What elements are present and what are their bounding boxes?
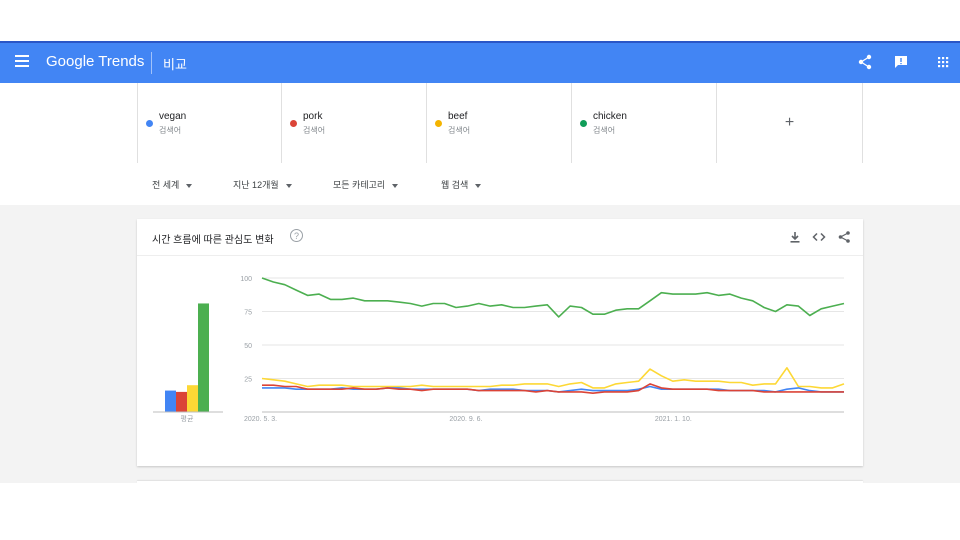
- term-type: 검색어: [448, 126, 471, 135]
- top-app-bar: Google Trends 비교: [0, 41, 960, 83]
- feedback-icon[interactable]: [892, 53, 910, 71]
- term-name: vegan: [159, 111, 187, 122]
- average-bar-beef: [187, 385, 198, 412]
- chevron-down-icon: [285, 183, 292, 188]
- y-tick-label: 50: [244, 343, 252, 350]
- filter-bar: 전 세계 지난 12개월 모든 카테고리 웹 검색: [0, 163, 960, 206]
- google-trends-logo[interactable]: Google Trends: [46, 53, 144, 70]
- average-bar-pork: [176, 391, 187, 412]
- chevron-down-icon: [186, 183, 193, 188]
- next-card-edge: [137, 481, 863, 484]
- chevron-down-icon: [392, 183, 399, 188]
- average-bar-vegan: [165, 390, 176, 412]
- region-filter-label: 전 세계: [152, 180, 180, 190]
- y-tick-label: 100: [240, 276, 252, 283]
- term-type: 검색어: [159, 126, 182, 135]
- average-bar-chicken: [198, 303, 209, 412]
- y-tick-label: 75: [244, 310, 252, 317]
- embed-icon[interactable]: [812, 230, 826, 244]
- term-name: pork: [303, 111, 323, 122]
- menu-icon[interactable]: [15, 55, 29, 69]
- term-card-vegan[interactable]: vegan 검색어: [137, 83, 282, 163]
- series-line-beef: [261, 367, 845, 389]
- term-card-chicken[interactable]: chicken 검색어: [572, 83, 717, 163]
- add-term-button[interactable]: +: [717, 83, 863, 163]
- search-type-filter[interactable]: 웹 검색: [441, 178, 482, 191]
- help-icon[interactable]: ?: [290, 229, 303, 242]
- download-icon[interactable]: [788, 230, 802, 244]
- card-header: 시간 흐름에 따른 관심도 변화 ?: [137, 219, 863, 256]
- term-name: chicken: [593, 111, 627, 122]
- category-filter[interactable]: 모든 카테고리: [333, 178, 399, 191]
- share-icon[interactable]: [837, 230, 851, 244]
- term-type: 검색어: [593, 126, 616, 135]
- term-type: 검색어: [303, 126, 326, 135]
- category-filter-label: 모든 카테고리: [333, 180, 386, 190]
- region-filter[interactable]: 전 세계: [152, 178, 193, 191]
- color-dot: [146, 120, 153, 127]
- color-dot: [580, 120, 587, 127]
- search-type-filter-label: 웹 검색: [441, 180, 469, 190]
- color-dot: [435, 120, 442, 127]
- card-title: 시간 흐름에 따른 관심도 변화: [152, 235, 274, 246]
- compare-terms-bar: vegan 검색어 pork 검색어 beef 검색어 chicken 검색어 …: [0, 83, 960, 164]
- term-card-beef[interactable]: beef 검색어: [427, 83, 572, 163]
- x-tick-label: 2020. 5. 3.: [244, 416, 277, 423]
- interest-chart: 100 75 50 25 2020. 5. 3. 2020. 9. 6. 2021. 1. …: [153, 276, 845, 423]
- divider: [151, 52, 152, 74]
- term-name: beef: [448, 111, 468, 122]
- chevron-down-icon: [475, 183, 482, 188]
- apps-icon[interactable]: [934, 53, 952, 71]
- interest-over-time-card: 시간 흐름에 따른 관심도 변화 ? 100 75 50 25 2020. 5. 3. 2…: [137, 219, 863, 466]
- period-filter-label: 지난 12개월: [233, 180, 279, 190]
- share-icon[interactable]: [856, 53, 874, 71]
- average-label: 평균: [181, 414, 194, 423]
- x-tick-label: 2021. 1. 10.: [655, 416, 692, 423]
- y-tick-label: 25: [244, 377, 252, 384]
- color-dot: [290, 120, 297, 127]
- term-card-pork[interactable]: pork 검색어: [282, 83, 427, 163]
- x-tick-label: 2020. 9. 6.: [449, 416, 482, 423]
- period-filter[interactable]: 지난 12개월: [233, 178, 292, 191]
- page-title: 비교: [163, 57, 187, 72]
